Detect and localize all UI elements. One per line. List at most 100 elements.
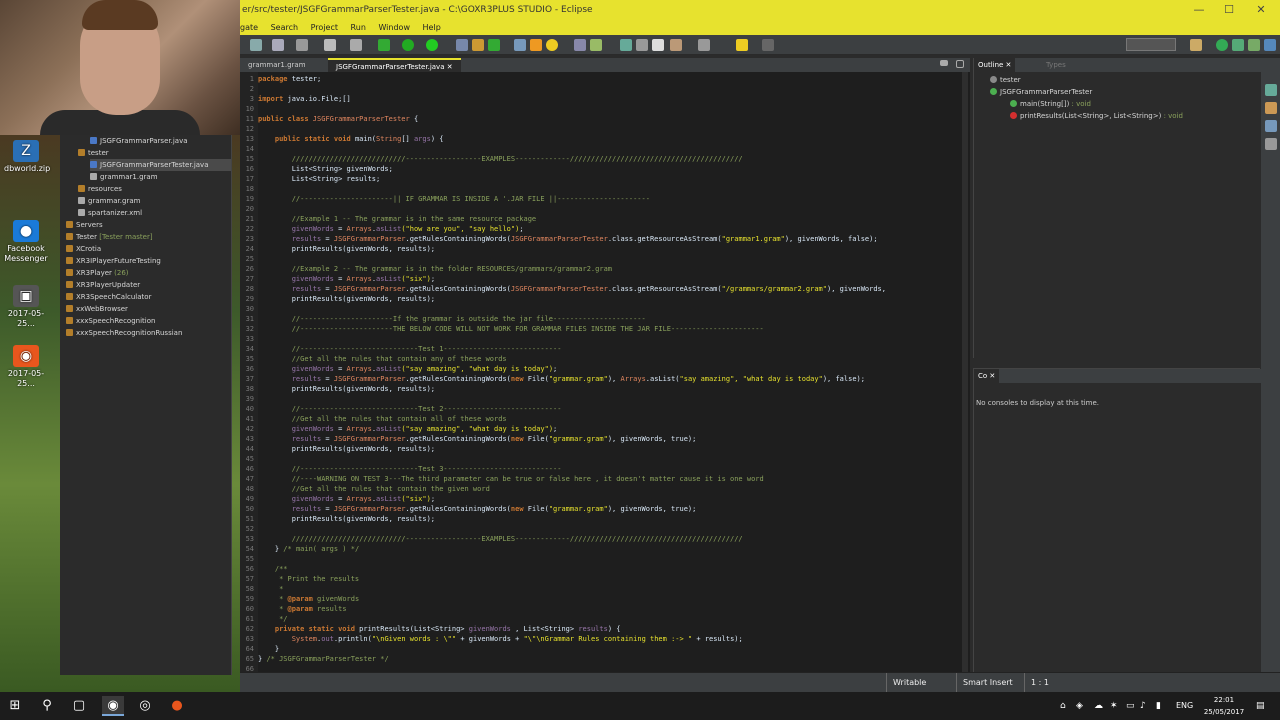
tree-item[interactable]: xxWebBrowser	[66, 303, 231, 315]
tray-network-icon[interactable]: ⌂	[1060, 692, 1066, 720]
code-line[interactable]: 29 printResults(givenWords, results);	[240, 294, 970, 304]
code-line[interactable]: 54 } /* main( args ) */	[240, 544, 970, 554]
code-line[interactable]: 45	[240, 454, 970, 464]
last-edit-icon[interactable]	[698, 39, 710, 51]
run-external-icon[interactable]	[426, 39, 438, 51]
code-line[interactable]: 57 * Print the results	[240, 574, 970, 584]
document-icon[interactable]	[324, 39, 336, 51]
new-project-icon[interactable]	[456, 39, 468, 51]
outline-item[interactable]: main(String[]) : void	[1010, 98, 1091, 110]
code-line[interactable]: 44 printResults(givenWords, results);	[240, 444, 970, 454]
code-line[interactable]: 10	[240, 104, 970, 114]
tree-item[interactable]: xxxSpeechRecognitionRussian	[66, 327, 231, 339]
close-button[interactable]: ✕	[1246, 0, 1276, 20]
pencil-icon[interactable]	[590, 39, 602, 51]
code-line[interactable]: 60 * @param results	[240, 604, 970, 614]
code-line[interactable]: 38 printResults(givenWords, results);	[240, 384, 970, 394]
forward-arrow-icon[interactable]	[762, 39, 774, 51]
desktop-icon[interactable]: ● Facebook Messenger	[4, 220, 48, 264]
git-perspective-icon[interactable]	[1216, 39, 1228, 51]
code-line[interactable]: 23 results = JSGFGrammarParser.getRulesC…	[240, 234, 970, 244]
code-line[interactable]: 48 //Get all the rules that contain the …	[240, 484, 970, 494]
code-line[interactable]: 17 List<String> results;	[240, 174, 970, 184]
new-package-icon[interactable]	[472, 39, 484, 51]
minimize-editor-icon[interactable]	[940, 60, 948, 66]
menu-search[interactable]: Search	[271, 23, 298, 32]
search-icon[interactable]	[546, 39, 558, 51]
code-line[interactable]: 55	[240, 554, 970, 564]
tab-types[interactable]: Types	[1042, 58, 1070, 72]
tray-language[interactable]: ENG	[1176, 692, 1193, 720]
code-line[interactable]: 58 *	[240, 584, 970, 594]
desktop-icon[interactable]: ◉ 2017-05-25...	[4, 345, 48, 389]
minimize-button[interactable]: —	[1184, 0, 1214, 20]
tray-shield-icon[interactable]: ◈	[1076, 692, 1083, 720]
code-line[interactable]: 64 }	[240, 644, 970, 654]
tree-item[interactable]: XR3SpeechCalculator	[66, 291, 231, 303]
outline-item[interactable]: printResults(List<String>, List<String>)…	[1010, 110, 1183, 122]
resource-perspective-icon[interactable]	[1264, 39, 1276, 51]
task-view-icon[interactable]: ▢	[68, 696, 90, 716]
desktop-icon[interactable]: Zdbworld.zip	[4, 140, 50, 174]
code-editor[interactable]: 1 package tester; 2 3 import java.io.File;[]…	[240, 72, 970, 672]
firefox-taskbar-icon[interactable]: ●	[166, 696, 188, 716]
desktop-icon[interactable]: ▣ 2017-05-25...	[4, 285, 48, 329]
code-line[interactable]: 2	[240, 84, 970, 94]
word-wrap-icon[interactable]	[620, 39, 632, 51]
code-line[interactable]: 61 */	[240, 614, 970, 624]
code-line[interactable]: 51 printResults(givenWords, results);	[240, 514, 970, 524]
annotation-icon[interactable]	[670, 39, 682, 51]
debug-perspective-icon[interactable]	[1248, 39, 1260, 51]
gear-icon[interactable]	[350, 39, 362, 51]
tree-item[interactable]: spartanizer.xml	[78, 207, 231, 219]
code-line[interactable]: 63 System.out.println("\nGiven words : \…	[240, 634, 970, 644]
java-perspective-icon[interactable]	[1232, 39, 1244, 51]
eclipse-taskbar-icon[interactable]: ◉	[102, 696, 124, 716]
tree-item[interactable]: JSGFGrammarParserTester.java	[90, 159, 231, 171]
code-line[interactable]: 30	[240, 304, 970, 314]
print-icon[interactable]	[296, 39, 308, 51]
code-line[interactable]: 52	[240, 524, 970, 534]
menu-help[interactable]: Help	[423, 23, 441, 32]
code-line[interactable]: 46 //----------------------------Test 3-…	[240, 464, 970, 474]
back-arrow-icon[interactable]	[736, 39, 748, 51]
tree-item[interactable]: resources	[78, 183, 231, 195]
tree-item[interactable]: XCrotia	[66, 243, 231, 255]
start-windows-icon[interactable]: ⊞	[4, 696, 26, 716]
code-line[interactable]: 31 //----------------------If the gramma…	[240, 314, 970, 324]
code-line[interactable]: 19 //----------------------|| IF GRAMMAR…	[240, 194, 970, 204]
open-task-icon[interactable]	[530, 39, 542, 51]
tree-item[interactable]: JSGFGrammarParser.java	[90, 135, 231, 147]
tree-item[interactable]: Servers	[66, 219, 231, 231]
code-line[interactable]: 27 givenWords = Arrays.asList("six");	[240, 274, 970, 284]
code-line[interactable]: 21 //Example 1 -- The grammar is in the …	[240, 214, 970, 224]
code-line[interactable]: 1 package tester;	[240, 74, 970, 84]
tray-bluetooth-icon[interactable]: ✶	[1110, 692, 1118, 720]
tab-outline[interactable]: Outline ✕	[974, 58, 1016, 72]
tree-item[interactable]: XR3Player (26)	[66, 267, 231, 279]
code-line[interactable]: 36 givenWords = Arrays.asList("say amazi…	[240, 364, 970, 374]
javadoc-icon[interactable]	[1265, 120, 1277, 132]
code-line[interactable]: 22 givenWords = Arrays.asList("how are y…	[240, 224, 970, 234]
tab-jsgf-parser-tester[interactable]: JSGFGrammarParserTester.java ✕	[328, 58, 461, 72]
tree-item[interactable]: grammar1.gram	[90, 171, 231, 183]
code-line[interactable]: 37 results = JSGFGrammarParser.getRulesC…	[240, 374, 970, 384]
code-line[interactable]: 47 //----WARNING ON TEST 3---The third p…	[240, 474, 970, 484]
menu-window[interactable]: Window	[378, 23, 410, 32]
show-whitespace-icon[interactable]	[652, 39, 664, 51]
code-line[interactable]: 56 /**	[240, 564, 970, 574]
code-line[interactable]: 26 //Example 2 -- The grammar is in the …	[240, 264, 970, 274]
code-line[interactable]: 24 printResults(givenWords, results);	[240, 244, 970, 254]
save-icon[interactable]	[272, 39, 284, 51]
code-line[interactable]: 18	[240, 184, 970, 194]
code-line[interactable]: 41 //Get all the rules that contain all …	[240, 414, 970, 424]
code-line[interactable]: 32 //----------------------THE BELOW COD…	[240, 324, 970, 334]
taskbar-clock[interactable]: 22:01 25/05/2017	[1200, 694, 1248, 718]
code-line[interactable]: 15 ///////////////////////////----------…	[240, 154, 970, 164]
tray-cloud-icon[interactable]: ☁	[1094, 692, 1103, 720]
tray-battery-icon[interactable]: ▮	[1156, 692, 1161, 720]
outline-item[interactable]: tester	[990, 74, 1021, 86]
problems-icon[interactable]	[1265, 102, 1277, 114]
open-type-icon[interactable]	[514, 39, 526, 51]
code-line[interactable]: 65} /* JSGFGrammarParserTester */	[240, 654, 970, 664]
